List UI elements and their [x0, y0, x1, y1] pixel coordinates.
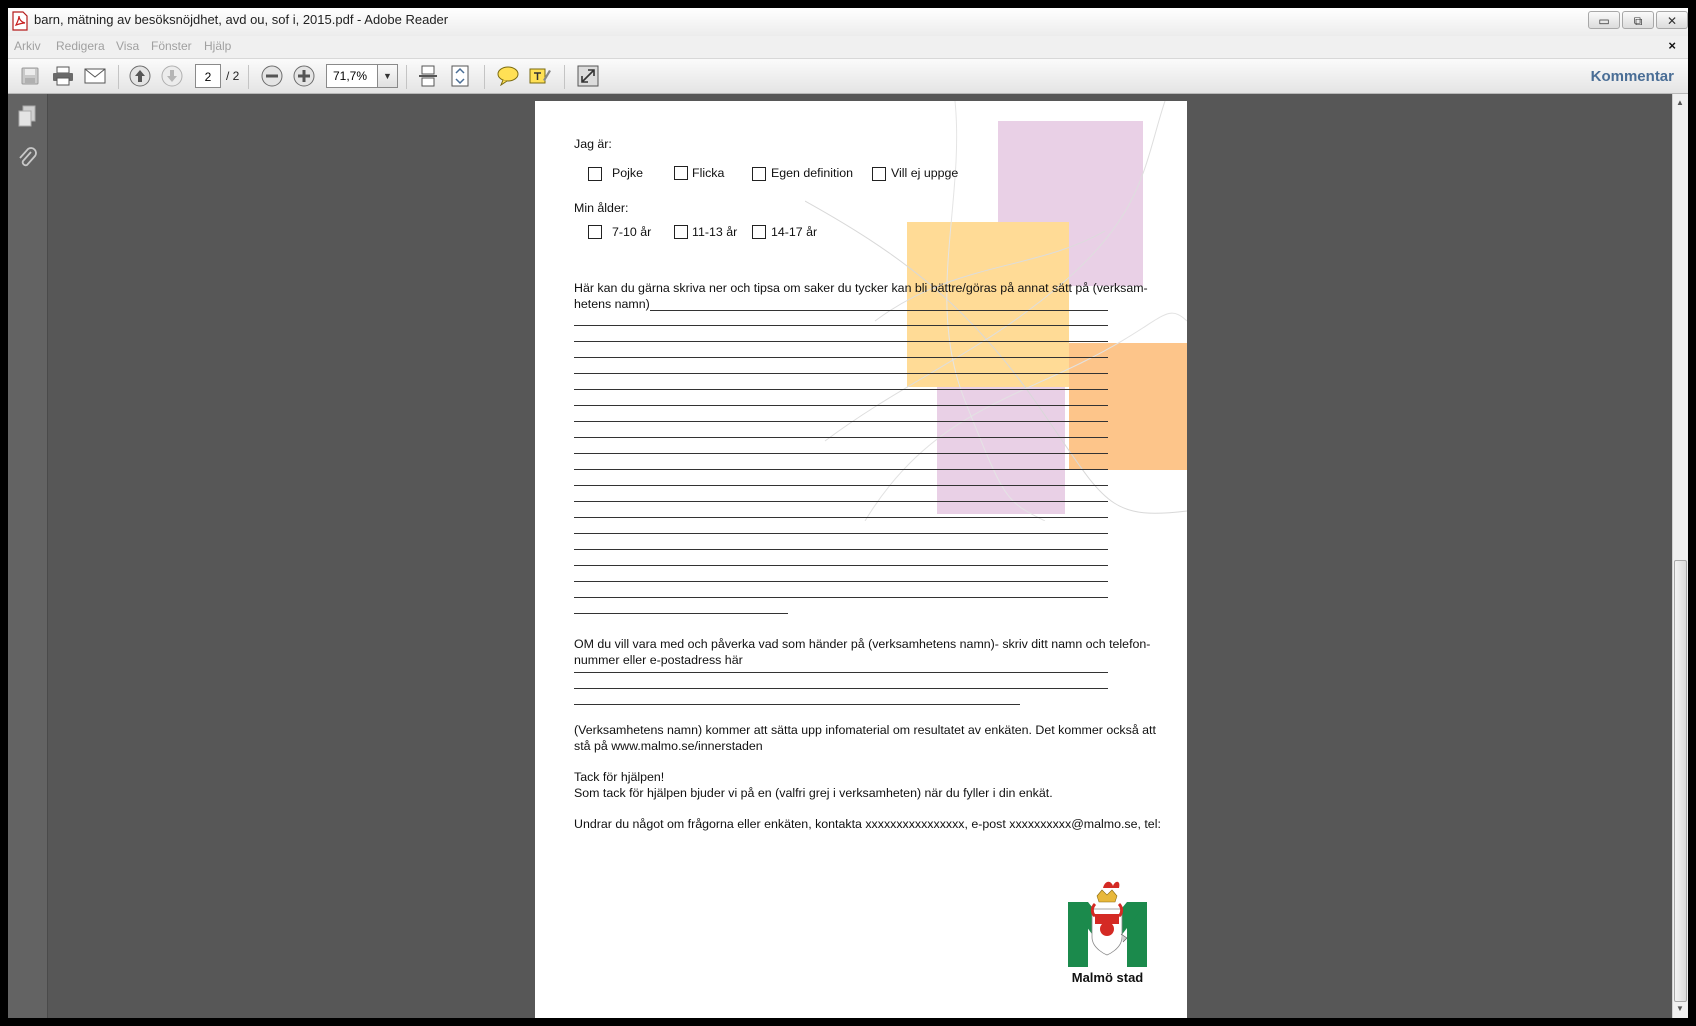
tips-answer-line[interactable]	[574, 549, 1108, 550]
page-total-label: / 2	[226, 69, 240, 83]
tips-answer-line[interactable]	[574, 485, 1108, 486]
tips-answer-line[interactable]	[574, 437, 1108, 438]
influence-prompt-line2: nummer eller e-postadress här	[574, 653, 743, 667]
decorative-background-graphic	[805, 101, 1187, 521]
navigation-pane	[8, 94, 48, 1018]
contact-answer-line[interactable]	[574, 672, 1108, 673]
tips-answer-line[interactable]	[574, 581, 1108, 582]
comment-panel-button[interactable]: Kommentar	[1591, 68, 1674, 85]
menu-visa[interactable]: Visa	[116, 39, 139, 53]
tips-answer-line[interactable]	[574, 453, 1108, 454]
document-viewport: Jag är: Pojke Flicka Egen definition Vil…	[48, 94, 1672, 1018]
toolbar-separator	[406, 65, 407, 89]
tips-answer-line[interactable]	[574, 533, 1108, 534]
menu-bar: Arkiv Redigera Visa Fönster Hjälp ×	[8, 36, 1688, 58]
zoom-dropdown-chevron-icon[interactable]: ▼	[378, 64, 398, 88]
toolbar-separator	[118, 65, 119, 89]
contact-answer-line[interactable]	[574, 688, 1108, 689]
thanks-heading: Tack för hjälpen!	[574, 770, 665, 784]
scrollbar-thumb[interactable]	[1674, 560, 1687, 1002]
highlight-icon[interactable]	[526, 63, 554, 89]
tips-answer-line[interactable]	[574, 597, 1108, 598]
zoom-level-input[interactable]: 71,7%	[326, 64, 378, 88]
next-page-icon[interactable]	[158, 63, 186, 89]
close-document-button[interactable]: ×	[1668, 38, 1676, 53]
influence-prompt-line1: OM du vill vara med och påverka vad som …	[574, 637, 1151, 651]
fit-page-icon[interactable]	[446, 63, 474, 89]
tips-answer-line[interactable]	[574, 405, 1108, 406]
attachments-paperclip-icon[interactable]	[16, 146, 38, 170]
toolbar: 2 / 2 71,7% ▼ Kommentar	[8, 58, 1688, 94]
vertical-scrollbar[interactable]: ▲ ▼	[1672, 94, 1688, 1018]
tips-prompt-line2: hetens namn)	[574, 297, 650, 311]
adobe-reader-window: barn, mätning av besöksnöjdhet, avd ou, …	[8, 8, 1688, 1018]
menu-fonster[interactable]: Fönster	[151, 39, 192, 53]
age-option-label: 11-13 år	[692, 225, 738, 239]
toolbar-separator	[248, 65, 249, 89]
tips-answer-line[interactable]	[574, 421, 1108, 422]
contact-answer-line[interactable]	[574, 704, 1020, 705]
zoom-out-icon[interactable]	[258, 63, 286, 89]
age-question-label: Min ålder:	[574, 201, 629, 215]
age-option-label: 7-10 år	[612, 225, 652, 239]
menu-hjalp[interactable]: Hjälp	[204, 39, 231, 53]
age-option-label: 14-17 år	[771, 225, 818, 239]
checkbox-egen-definition[interactable]	[752, 167, 766, 181]
toolbar-separator	[564, 65, 565, 89]
zoom-in-icon[interactable]	[290, 63, 318, 89]
email-icon[interactable]	[81, 63, 109, 89]
menu-arkiv[interactable]: Arkiv	[14, 39, 41, 53]
tips-answer-line[interactable]	[574, 389, 1108, 390]
window-title: barn, mätning av besöksnöjdhet, avd ou, …	[34, 12, 449, 27]
tips-answer-line[interactable]	[574, 613, 788, 614]
save-icon[interactable]	[16, 63, 44, 89]
fullscreen-icon[interactable]	[574, 63, 602, 89]
gender-option-label: Pojke	[612, 166, 643, 180]
gender-option-label: Flicka	[692, 166, 725, 180]
checkbox-age-14-17[interactable]	[752, 225, 766, 239]
scroll-up-arrow-icon[interactable]: ▲	[1676, 98, 1684, 107]
pages-thumbnail-icon[interactable]	[16, 104, 38, 128]
contact-info: Undrar du något om frågorna eller enkäte…	[574, 817, 1161, 831]
thanks-body: Som tack för hjälpen bjuder vi på en (va…	[574, 786, 1053, 800]
gender-question-label: Jag är:	[574, 137, 612, 151]
info-text-line2: stå på www.malmo.se/innerstaden	[574, 739, 763, 753]
tips-answer-line[interactable]	[574, 373, 1108, 374]
title-bar: barn, mätning av besöksnöjdhet, avd ou, …	[8, 8, 1688, 36]
menu-redigera[interactable]: Redigera	[56, 39, 105, 53]
scroll-mode-icon[interactable]	[414, 63, 442, 89]
checkbox-pojke[interactable]	[588, 167, 602, 181]
logo-text: Malmö stad	[1071, 970, 1144, 985]
gender-option-label: Egen definition	[771, 166, 853, 180]
pdf-file-icon	[12, 11, 28, 31]
gender-option-label: Vill ej uppge	[891, 166, 959, 180]
minimize-button[interactable]: ▭	[1588, 11, 1620, 29]
tips-answer-line[interactable]	[650, 310, 1108, 311]
tips-answer-line[interactable]	[574, 565, 1108, 566]
scroll-down-arrow-icon[interactable]: ▼	[1676, 1004, 1684, 1013]
sticky-note-icon[interactable]	[494, 63, 522, 89]
page-number-input[interactable]: 2	[195, 64, 221, 88]
toolbar-separator	[484, 65, 485, 89]
prev-page-icon[interactable]	[126, 63, 154, 89]
info-text-line1: (Verksamhetens namn) kommer att sätta up…	[574, 723, 1156, 737]
tips-answer-line[interactable]	[574, 357, 1108, 358]
maximize-button[interactable]: ⧉	[1622, 11, 1654, 29]
checkbox-age-11-13[interactable]	[674, 225, 688, 239]
tips-answer-line[interactable]	[574, 501, 1108, 502]
tips-answer-line[interactable]	[574, 341, 1108, 342]
malmo-coat-of-arms-icon	[1068, 881, 1147, 967]
malmo-stad-logo: Malmö stad	[1065, 874, 1150, 989]
tips-answer-line[interactable]	[574, 325, 1108, 326]
checkbox-flicka[interactable]	[674, 166, 688, 180]
print-icon[interactable]	[49, 63, 77, 89]
tips-answer-line[interactable]	[574, 517, 1108, 518]
tips-prompt-line1: Här kan du gärna skriva ner och tipsa om…	[574, 281, 1148, 295]
close-window-button[interactable]: ✕	[1656, 11, 1688, 29]
tips-answer-line[interactable]	[574, 469, 1108, 470]
checkbox-vill-ej-uppge[interactable]	[872, 167, 886, 181]
checkbox-age-7-10[interactable]	[588, 225, 602, 239]
pdf-page: Jag är: Pojke Flicka Egen definition Vil…	[535, 101, 1187, 1018]
